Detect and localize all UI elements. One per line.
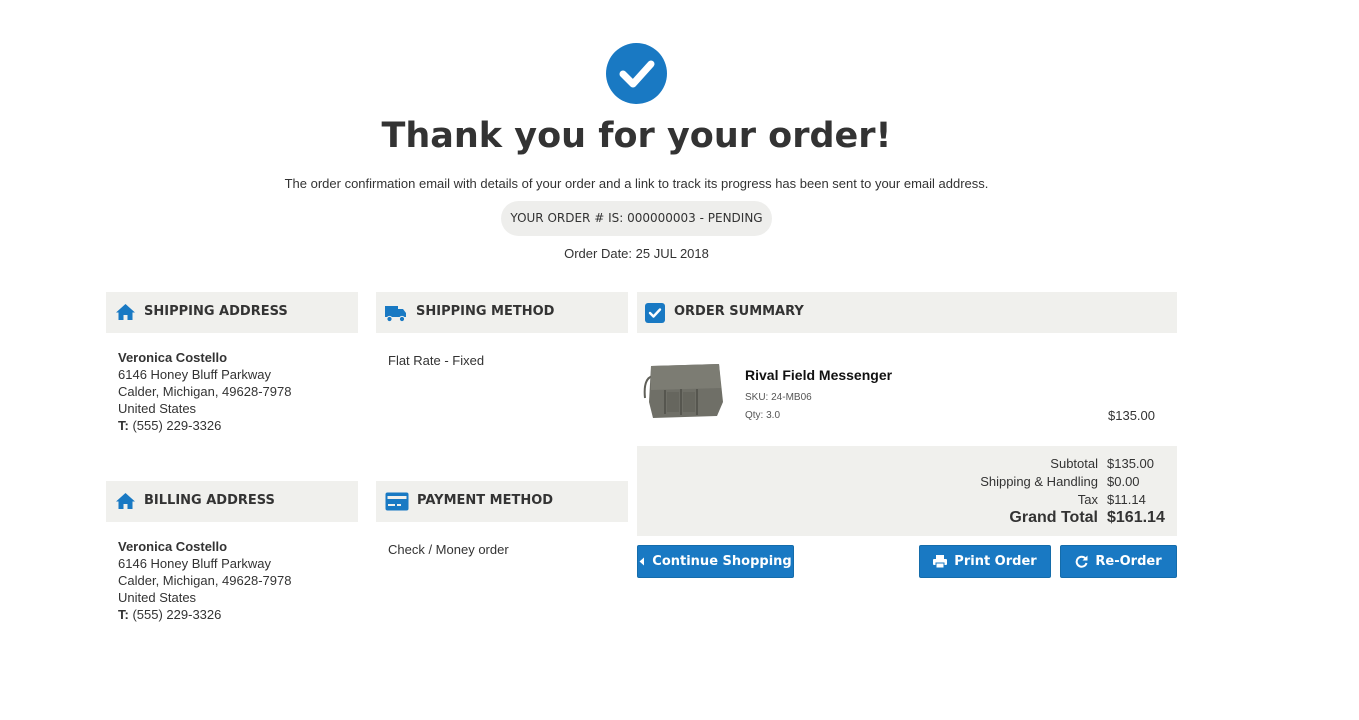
print-order-button[interactable]: Print Order	[919, 545, 1051, 578]
order-summary-heading: ORDER SUMMARY	[674, 304, 804, 319]
billing-country: United States	[118, 590, 197, 605]
billing-address-heading: BILLING ADDRESS	[144, 493, 275, 508]
print-order-label: Print Order	[954, 554, 1037, 569]
billing-city: Calder, Michigan, 49628-7978	[118, 573, 292, 588]
subtotal-value: $135.00	[1107, 456, 1154, 471]
billing-street: 6146 Honey Bluff Parkway	[118, 556, 271, 571]
shipping-method-heading: SHIPPING METHOD	[416, 304, 555, 319]
product-image[interactable]	[641, 358, 729, 422]
success-check-icon	[606, 43, 667, 104]
continue-shopping-button[interactable]: Continue Shopping	[637, 545, 794, 578]
payment-method-heading: PAYMENT METHOD	[417, 493, 554, 508]
product-qty: Qty: 3.0	[745, 410, 781, 421]
home-icon	[115, 492, 136, 515]
shipping-tel-label: T:	[118, 418, 129, 433]
product-price: $135.00	[1108, 408, 1155, 423]
page-title: Thank you for your order!	[381, 116, 892, 156]
checkbox-icon	[645, 303, 665, 328]
billing-tel: (555) 229-3326	[132, 607, 222, 622]
order-number-badge: YOUR ORDER # IS: 000000003 - PENDING	[501, 201, 772, 236]
tax-label: Tax	[1077, 492, 1098, 507]
subtotal-label: Subtotal	[1050, 456, 1098, 471]
shipping-tel: (555) 229-3326	[132, 418, 222, 433]
billing-tel-label: T:	[118, 607, 129, 622]
confirmation-message: The order confirmation email with detail…	[284, 176, 989, 191]
product-name[interactable]: Rival Field Messenger	[745, 367, 892, 383]
shipping-address-header: SHIPPING ADDRESS	[106, 292, 358, 333]
reorder-label: Re-Order	[1095, 554, 1162, 569]
reorder-button[interactable]: Re-Order	[1060, 545, 1177, 578]
product-sku: SKU: 24-MB06	[745, 392, 812, 403]
shipping-city: Calder, Michigan, 49628-7978	[118, 384, 292, 399]
order-date: Order Date: 25 JUL 2018	[564, 246, 709, 261]
shipping-phone-row: T: (555) 229-3326	[118, 417, 291, 434]
continue-shopping-label: Continue Shopping	[652, 554, 792, 569]
tax-value: $11.14	[1107, 492, 1146, 507]
shipping-value: $0.00	[1107, 474, 1140, 489]
shipping-street: 6146 Honey Bluff Parkway	[118, 367, 271, 382]
grand-total-label: Grand Total	[1009, 509, 1098, 526]
billing-address-header: BILLING ADDRESS	[106, 481, 358, 522]
refresh-icon	[1076, 555, 1088, 568]
billing-name: Veronica Costello	[118, 539, 228, 554]
order-totals: Subtotal $135.00 Shipping & Handling $0.…	[637, 446, 1177, 536]
billing-address-block: Veronica Costello 6146 Honey Bluff Parkw…	[118, 538, 291, 623]
shipping-name: Veronica Costello	[118, 350, 228, 365]
grand-total-value: $161.14	[1107, 509, 1165, 526]
shipping-method-header: SHIPPING METHOD	[376, 292, 628, 333]
shipping-label: Shipping & Handling	[980, 474, 1098, 489]
shipping-address-block: Veronica Costello 6146 Honey Bluff Parkw…	[118, 349, 291, 434]
caret-left-icon	[639, 557, 645, 566]
shipping-address-heading: SHIPPING ADDRESS	[144, 304, 288, 319]
payment-method-header: PAYMENT METHOD	[376, 481, 628, 522]
payment-method-value: Check / Money order	[388, 542, 509, 557]
printer-icon	[933, 555, 948, 568]
billing-phone-row: T: (555) 229-3326	[118, 606, 291, 623]
shipping-method-value: Flat Rate - Fixed	[388, 353, 485, 368]
shipping-country: United States	[118, 401, 197, 416]
order-summary-header: ORDER SUMMARY	[637, 292, 1177, 333]
truck-icon	[385, 305, 407, 328]
home-icon	[115, 303, 136, 326]
credit-card-icon	[385, 492, 409, 516]
